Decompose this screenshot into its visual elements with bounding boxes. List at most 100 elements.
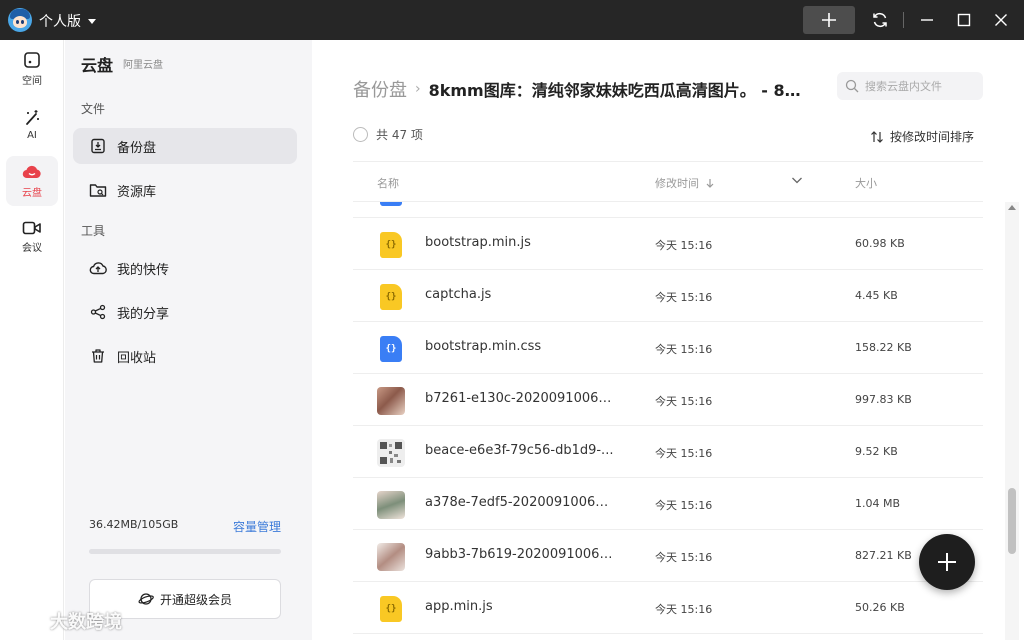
- rail-item-meeting[interactable]: 会议: [6, 212, 58, 262]
- select-all-checkbox[interactable]: [353, 127, 368, 142]
- new-button[interactable]: [803, 6, 855, 34]
- backup-drive-icon: [89, 137, 107, 155]
- search-icon: [845, 79, 859, 93]
- column-type-dropdown[interactable]: [791, 175, 803, 185]
- section-tools-heading: 工具: [81, 224, 106, 238]
- file-browser: 备份盘 › 8kmm图库：清纯邻家妹妹吃西瓜高清图片。 - 8kmm... 共 …: [313, 40, 1024, 640]
- maximize-icon: [957, 13, 971, 27]
- file-name: bootstrap.min.css: [425, 339, 542, 354]
- file-css-icon: {}: [377, 335, 405, 363]
- table-row[interactable]: 9abb3-7b619-20200910061... 今天 15:16 827.…: [353, 530, 983, 582]
- column-modified-label: 修改时间: [655, 177, 699, 190]
- file-size: 60.98 KB: [855, 237, 905, 250]
- rail-item-ai[interactable]: AI: [6, 100, 58, 150]
- sync-button[interactable]: [870, 10, 890, 30]
- column-modified[interactable]: 修改时间: [655, 175, 715, 191]
- file-size: 827.21 KB: [855, 549, 912, 562]
- rail-item-label: AI: [27, 130, 37, 141]
- file-time: 今天 15:16: [655, 447, 713, 460]
- scrollbar[interactable]: [1005, 202, 1019, 640]
- edition-switcher[interactable]: 个人版: [39, 11, 96, 31]
- search-box[interactable]: [837, 72, 983, 100]
- item-count: 共 47 项: [376, 128, 423, 142]
- chevron-down-icon: [792, 177, 802, 184]
- file-name: 9abb3-7b619-20200910061...: [425, 547, 615, 562]
- file-name: beace-e6e3f-79c56-db1d9-...: [425, 443, 614, 458]
- table-row[interactable]: {} bootstrap.min.js 今天 15:16 60.98 KB: [353, 218, 983, 270]
- minimize-button[interactable]: [917, 10, 937, 30]
- nav-item-quick-transfer[interactable]: 我的快传: [73, 250, 297, 286]
- list-header: 名称 修改时间 大小: [353, 161, 983, 202]
- file-time: 今天 15:16: [655, 603, 713, 616]
- breadcrumb-current: 8kmm图库：清纯邻家妹妹吃西瓜高清图片。 - 8kmm...: [428, 81, 811, 100]
- sort-button[interactable]: 按修改时间排序: [870, 128, 974, 145]
- resource-folder-icon: [89, 181, 107, 199]
- nav-item-resource-library[interactable]: 资源库: [73, 172, 297, 208]
- column-name[interactable]: 名称: [377, 175, 399, 191]
- rail-item-cloud[interactable]: 云盘: [6, 156, 58, 206]
- nav-item-label: 资源库: [117, 184, 157, 200]
- file-time: 今天 15:16: [655, 291, 713, 304]
- cloud-upload-icon: [89, 259, 107, 277]
- file-js-icon: {}: [377, 231, 405, 259]
- rail-item-space[interactable]: 空间: [6, 44, 58, 94]
- table-row[interactable]: beace-e6e3f-79c56-db1d9-... 今天 15:16 9.5…: [353, 426, 983, 478]
- close-icon: [995, 14, 1007, 26]
- cloud-icon: [22, 165, 41, 179]
- file-size: 997.83 KB: [855, 393, 912, 406]
- watermark: 大数跨境: [10, 608, 122, 634]
- file-size: 1.04 MB: [855, 497, 901, 510]
- file-time: 今天 15:16: [655, 239, 713, 252]
- file-js-icon: {}: [377, 595, 405, 623]
- scroll-thumb[interactable]: [1008, 488, 1016, 554]
- chevron-right-icon: ›: [415, 81, 421, 97]
- nav-item-label: 备份盘: [117, 140, 157, 156]
- file-list: {} bootstrap.min.js 今天 15:16 60.98 KB {}…: [353, 202, 983, 640]
- table-row[interactable]: {} bootstrap.min.css 今天 15:16 158.22 KB: [353, 322, 983, 374]
- scroll-up-arrow-icon[interactable]: [1008, 205, 1016, 210]
- panel-subtitle: 阿里云盘: [123, 60, 163, 71]
- watermark-text: 大数跨境: [50, 612, 122, 633]
- breadcrumb-root[interactable]: 备份盘: [353, 76, 407, 102]
- table-row[interactable]: a378e-7edf5-20200910061... 今天 15:16 1.04…: [353, 478, 983, 530]
- titlebar-divider: [903, 12, 904, 28]
- nav-item-recycle-bin[interactable]: 回收站: [73, 338, 297, 374]
- panel-title: 云盘: [81, 56, 114, 75]
- add-fab-button[interactable]: [919, 534, 975, 590]
- file-name: app.min.js: [425, 599, 493, 614]
- selection-row: 共 47 项: [353, 126, 423, 143]
- file-js-icon: {}: [377, 283, 405, 311]
- table-row[interactable]: [353, 202, 983, 218]
- file-size: 4.45 KB: [855, 289, 898, 302]
- plus-icon: [822, 13, 836, 27]
- sort-label: 按修改时间排序: [890, 130, 975, 144]
- watermark-logo-icon: [12, 613, 46, 630]
- maximize-button[interactable]: [954, 10, 974, 30]
- nav-item-label: 我的分享: [117, 306, 170, 322]
- image-thumbnail: [377, 387, 405, 415]
- file-size: 50.26 KB: [855, 601, 905, 614]
- storage-bar: [89, 549, 281, 554]
- avatar[interactable]: [8, 8, 32, 32]
- edition-label: 个人版: [39, 14, 81, 30]
- storage-manage-link[interactable]: 容量管理: [233, 518, 281, 535]
- image-thumbnail: [377, 491, 405, 519]
- close-button[interactable]: [991, 10, 1011, 30]
- table-row[interactable]: {} app.min.js 今天 15:16 50.26 KB: [353, 582, 983, 634]
- sort-icon: [871, 130, 883, 143]
- column-size[interactable]: 大小: [855, 175, 877, 191]
- nav-item-my-shares[interactable]: 我的分享: [73, 294, 297, 330]
- table-row[interactable]: b7261-e130c-20200910061... 今天 15:16 997.…: [353, 374, 983, 426]
- table-row[interactable]: {} captcha.js 今天 15:16 4.45 KB: [353, 270, 983, 322]
- qr-code-thumbnail: [377, 439, 405, 467]
- file-name: bootstrap.min.js: [425, 235, 531, 250]
- nav-item-backup-drive[interactable]: 备份盘: [73, 128, 297, 164]
- plus-icon: [938, 553, 956, 571]
- file-time: 今天 15:16: [655, 343, 713, 356]
- storage-usage: 36.42MB/105GB: [89, 518, 179, 531]
- file-size: 9.52 KB: [855, 445, 898, 458]
- search-input[interactable]: [865, 79, 975, 93]
- space-icon: [24, 52, 40, 68]
- breadcrumb: 备份盘 › 8kmm图库：清纯邻家妹妹吃西瓜高清图片。 - 8kmm...: [353, 76, 811, 102]
- nav-item-label: 我的快传: [117, 262, 170, 278]
